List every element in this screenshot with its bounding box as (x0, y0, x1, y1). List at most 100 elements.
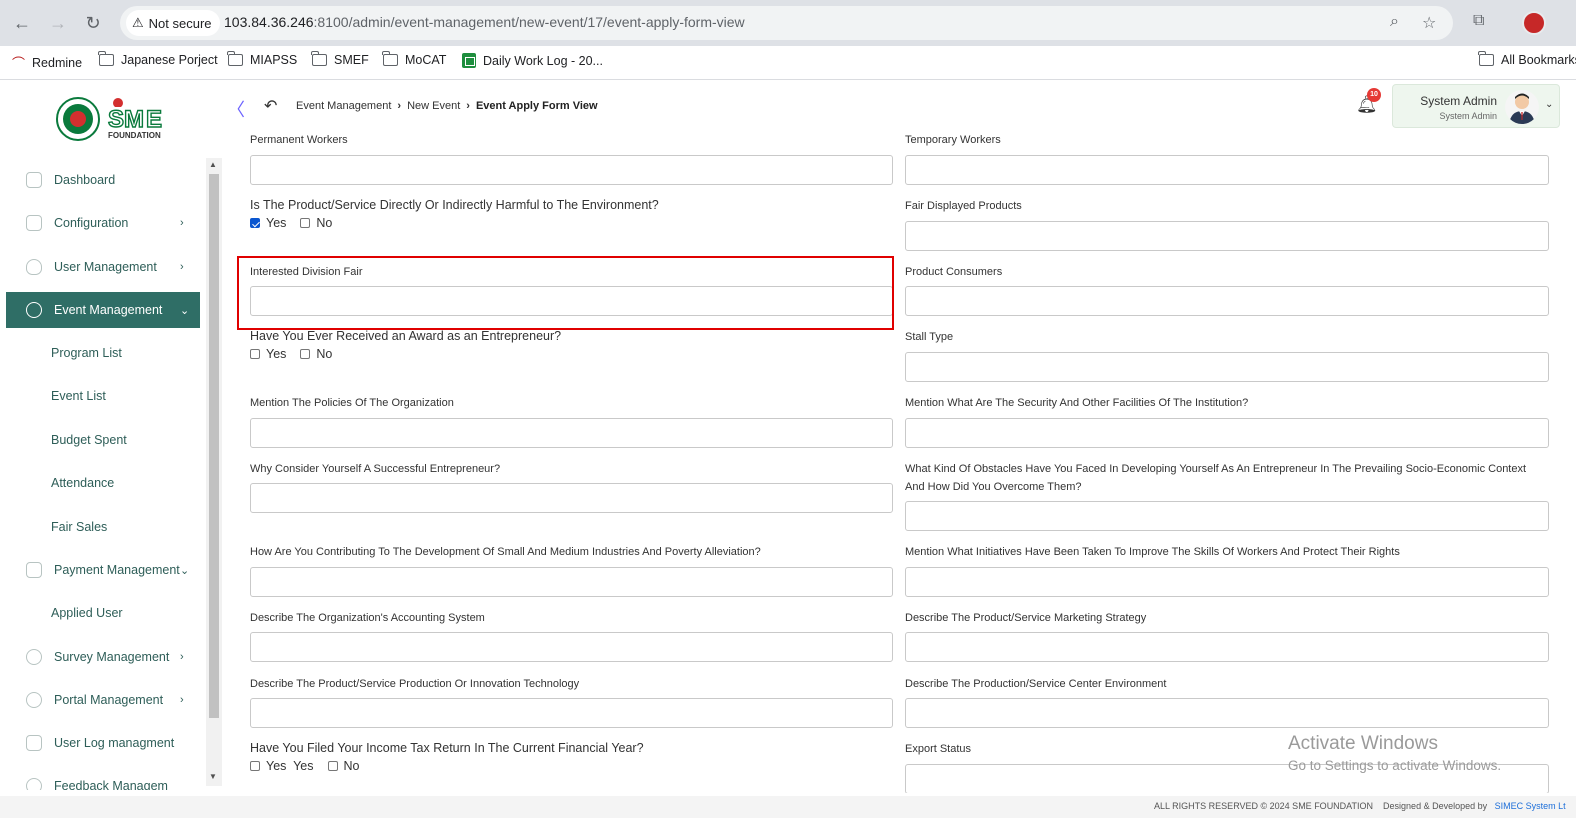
star-icon[interactable]: ☆ (1422, 13, 1436, 33)
sidebar-sub-budget-spent[interactable]: Budget Spent (51, 433, 127, 447)
folder-icon (382, 51, 398, 66)
harmful-yes-checkbox[interactable] (250, 218, 260, 228)
sidebar-item-payment-management[interactable]: Payment Management ⌄ (6, 552, 200, 588)
stall-type-input[interactable] (905, 352, 1549, 382)
scroll-thumb[interactable] (209, 174, 219, 718)
permanent-workers-input[interactable] (250, 155, 893, 185)
interested-division-fair-input[interactable] (250, 286, 893, 316)
chevron-right-icon: › (180, 694, 184, 706)
label-technology: Describe The Product/Service Production … (250, 678, 580, 690)
sidebar: Dashboard Configuration › User Managemen… (0, 158, 222, 790)
footer: ALL RIGHTS RESERVED © 2024 SME FOUNDATIO… (0, 796, 1576, 818)
chevron-right-icon: › (180, 217, 184, 229)
sidebar-sub-applied-user[interactable]: Applied User (51, 606, 123, 620)
sidebar-item-configuration[interactable]: Configuration › (6, 205, 200, 241)
accounting-input[interactable] (250, 632, 893, 662)
svg-text:E: E (146, 106, 162, 133)
fair-displayed-products-input[interactable] (905, 221, 1549, 251)
sme-logo[interactable]: S M E FOUNDATION (56, 95, 176, 143)
sidebar-item-portal-management[interactable]: Portal Management › (6, 682, 200, 718)
sidebar-item-event-management[interactable]: Event Management ⌄ (6, 292, 200, 328)
bookmark-mocat[interactable]: MoCAT (382, 51, 446, 67)
tax-yes-checkbox[interactable] (250, 761, 260, 771)
successful-entrepreneur-input[interactable] (250, 483, 893, 513)
obstacles-input[interactable] (905, 501, 1549, 531)
harmful-options: Yes No (250, 216, 332, 230)
sheets-icon (462, 53, 476, 68)
svg-text:S: S (108, 106, 124, 133)
breadcrumb-current: Event Apply Form View (475, 100, 598, 112)
production-environment-input[interactable] (905, 698, 1549, 728)
address-bar[interactable]: ⚠ Not secure 103.84.36.246:8100/admin/ev… (120, 6, 1453, 40)
sidebar-item-user-management[interactable]: User Management › (6, 249, 200, 285)
award-yes-checkbox[interactable] (250, 349, 260, 359)
sidebar-sub-fair-sales[interactable]: Fair Sales (51, 520, 107, 534)
sidebar-sub-event-list[interactable]: Event List (51, 389, 106, 403)
tax-no-checkbox[interactable] (327, 761, 338, 771)
bookmark-redmine[interactable]: ⌒ Redmine (12, 53, 82, 72)
user-menu[interactable]: System Admin System Admin ⌄ (1392, 84, 1560, 128)
scroll-up-icon[interactable]: ▲ (209, 160, 217, 169)
award-no-checkbox[interactable] (300, 349, 311, 359)
label-fair-displayed-products: Fair Displayed Products (905, 200, 1022, 212)
chevron-down-icon: ⌄ (180, 564, 190, 577)
label-permanent-workers: Permanent Workers (250, 134, 348, 146)
breadcrumb: Event Management › New Event › Event App… (296, 100, 598, 112)
breadcrumb-new-event[interactable]: New Event (407, 100, 460, 112)
grid-icon (26, 172, 42, 188)
folder-icon (311, 51, 327, 66)
label-security-facilities: Mention What Are The Security And Other … (905, 397, 1249, 409)
label-stall-type: Stall Type (905, 331, 954, 343)
browser-toolbar: ← → ↻ ⚠ Not secure 103.84.36.246:8100/ad… (0, 0, 1576, 46)
sidebar-item-feedback[interactable]: Feedback Managem (6, 768, 200, 790)
breadcrumb-event-management[interactable]: Event Management (296, 100, 391, 112)
back-arrow-icon[interactable]: ← (10, 11, 34, 35)
zoom-icon[interactable]: ⌕ (1390, 13, 1399, 31)
label-award-question: Have You Ever Received an Award as an En… (250, 329, 562, 343)
chevron-right-icon: › (397, 100, 402, 112)
sidebar-sub-program-list[interactable]: Program List (51, 346, 122, 360)
undo-back-icon[interactable]: ↶ (264, 96, 277, 116)
footer-company-link[interactable]: SIMEC System Lt (1495, 801, 1566, 811)
forward-arrow-icon[interactable]: → (46, 11, 70, 35)
security-indicator[interactable]: ⚠ Not secure (126, 10, 220, 36)
security-facilities-input[interactable] (905, 418, 1549, 448)
profile-avatar[interactable] (1522, 11, 1546, 35)
harmful-no-checkbox[interactable] (300, 218, 311, 228)
label-accounting: Describe The Organization's Accounting S… (250, 612, 485, 624)
product-consumers-input[interactable] (905, 286, 1549, 316)
settings-icon (26, 215, 42, 231)
warning-icon: ⚠ (132, 15, 144, 30)
initiatives-input[interactable] (905, 567, 1549, 597)
sidebar-item-survey-management[interactable]: Survey Management › (6, 639, 200, 675)
bookmark-japanese[interactable]: Japanese Porject (98, 51, 218, 67)
extensions-icon[interactable]: ⧉ (1473, 12, 1484, 30)
reload-icon[interactable]: ↻ (81, 11, 105, 35)
bookmark-smef[interactable]: SMEF (311, 51, 369, 67)
bookmark-daily-work-log[interactable]: Daily Work Log - 20... (462, 53, 603, 68)
svg-text:M: M (124, 106, 144, 133)
bookmark-all[interactable]: All Bookmarks (1478, 51, 1576, 67)
contributing-input[interactable] (250, 567, 893, 597)
marketing-strategy-input[interactable] (905, 632, 1549, 662)
scroll-down-icon[interactable]: ▼ (209, 772, 217, 781)
chevron-down-icon: ⌄ (180, 304, 190, 317)
windows-watermark-title: Activate Windows (1288, 733, 1438, 754)
url-text: 103.84.36.246:8100/admin/event-managemen… (224, 14, 745, 30)
temporary-workers-input[interactable] (905, 155, 1549, 185)
bookmark-miapss[interactable]: MIAPSS (227, 51, 297, 67)
label-tax-question: Have You Filed Your Income Tax Return In… (250, 741, 644, 755)
sidebar-item-dashboard[interactable]: Dashboard (6, 162, 200, 198)
sidebar-collapse-icon[interactable]: 〈 (227, 96, 245, 122)
tax-options: Yes Yes No (250, 759, 360, 773)
sidebar-scrollbar[interactable]: ▲ ▼ (206, 158, 222, 786)
notification-badge: 10 (1367, 88, 1381, 102)
policies-input[interactable] (250, 418, 893, 448)
user-name: System Admin (1420, 94, 1497, 108)
technology-input[interactable] (250, 698, 893, 728)
label-initiatives: Mention What Initiatives Have Been Taken… (905, 546, 1400, 558)
footer-text: ALL RIGHTS RESERVED © 2024 SME FOUNDATIO… (1154, 801, 1566, 811)
sidebar-sub-attendance[interactable]: Attendance (51, 476, 114, 490)
label-successful-entrepreneur: Why Consider Yourself A Successful Entre… (250, 463, 501, 475)
sidebar-item-user-log[interactable]: User Log managment (6, 725, 200, 761)
